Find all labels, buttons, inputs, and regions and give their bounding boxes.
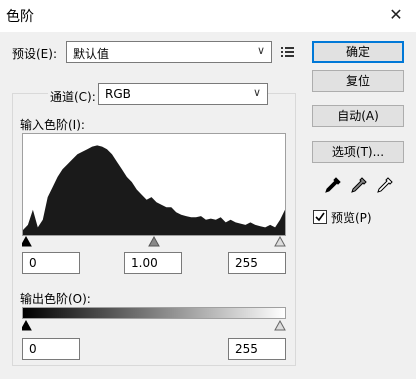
- gray-eyedropper-icon[interactable]: [350, 176, 368, 194]
- output-levels-label: 输出色阶(O):: [20, 292, 91, 306]
- output-slider[interactable]: [20, 319, 286, 332]
- channel-value: RGB: [105, 87, 131, 101]
- preset-options-icon[interactable]: [280, 44, 296, 60]
- input-white-slider: [274, 235, 286, 247]
- input-black-field[interactable]: 0: [22, 252, 80, 274]
- chevron-down-icon: ∨: [256, 44, 265, 57]
- histogram-area: [23, 145, 285, 235]
- input-levels-label: 输入色阶(I):: [20, 118, 85, 132]
- white-eyedropper-icon[interactable]: [376, 176, 394, 194]
- input-white-field[interactable]: 255: [228, 252, 286, 274]
- channel-dropdown[interactable]: RGB ∨: [98, 83, 268, 105]
- close-icon[interactable]: ✕: [384, 3, 408, 27]
- chevron-down-icon: ∨: [252, 86, 261, 99]
- input-black-slider: [20, 235, 32, 247]
- preset-value: 默认值: [73, 47, 110, 61]
- checkmark-icon: [315, 212, 325, 222]
- ok-button[interactable]: 确定: [312, 41, 404, 63]
- output-gradient-bar: [22, 307, 286, 319]
- output-white-field[interactable]: 255: [228, 338, 286, 360]
- preview-checkbox[interactable]: [313, 210, 327, 224]
- channel-label: 通道(C):: [48, 88, 98, 105]
- reset-button[interactable]: 复位: [312, 70, 404, 92]
- auto-button[interactable]: 自动(A): [312, 105, 404, 127]
- output-white-slider: [274, 319, 286, 331]
- title-bar: [0, 0, 416, 32]
- black-eyedropper-icon[interactable]: [324, 176, 342, 194]
- input-gamma-slider: [148, 235, 160, 247]
- output-black-field[interactable]: 0: [22, 338, 80, 360]
- input-gamma-field[interactable]: 1.00: [124, 252, 182, 274]
- options-button[interactable]: 选项(T)...: [312, 141, 404, 163]
- preset-label: 预设(E):: [12, 47, 57, 61]
- preview-label: 预览(P): [331, 211, 372, 225]
- output-black-slider: [20, 319, 32, 331]
- preset-dropdown[interactable]: 默认值 ∨: [66, 41, 272, 63]
- histogram: [22, 133, 286, 236]
- window-title: 色阶: [6, 9, 34, 25]
- input-slider[interactable]: [20, 235, 286, 248]
